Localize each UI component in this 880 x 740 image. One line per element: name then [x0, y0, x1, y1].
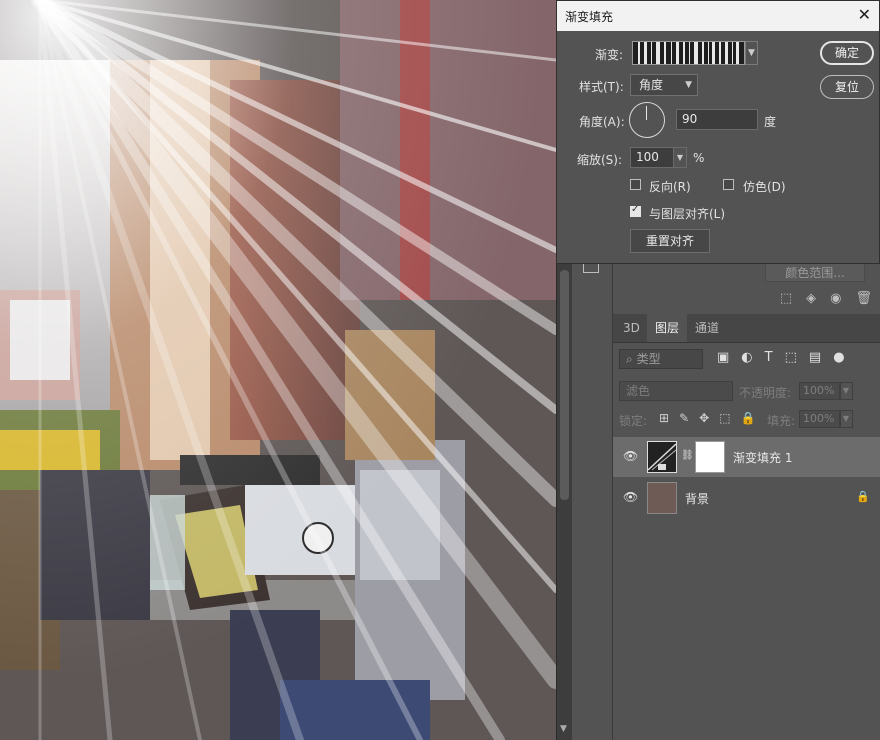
lock-transparent-pixels-icon[interactable]: ⊞ — [659, 411, 669, 425]
gradient-preview-art — [633, 42, 744, 64]
style-select[interactable]: 角度 ▼ — [630, 74, 698, 96]
layer-filter-row: ⌕ 类型 ▣ ◐ T ⬚ ▤ ● — [613, 344, 880, 374]
eye-icon[interactable]: 👁 — [623, 490, 638, 504]
layer-name[interactable]: 渐变填充 1 — [733, 449, 792, 466]
dialog-titlebar: 渐变填充 ✕ — [557, 1, 879, 31]
lock-artboard-icon[interactable]: ⬚ — [719, 411, 730, 425]
tab-layers[interactable]: 图层 — [647, 314, 688, 342]
gradient-thumbnail-art — [647, 443, 677, 471]
filter-icons: ▣ ◐ T ⬚ ▤ ● — [717, 350, 845, 365]
tab-channels[interactable]: 通道 — [687, 314, 727, 342]
filter-toggle-icon[interactable]: ● — [833, 350, 844, 365]
close-icon[interactable]: ✕ — [858, 5, 871, 24]
reset-button[interactable]: 复位 — [820, 75, 874, 99]
gradient-fill-thumbnail[interactable] — [647, 441, 677, 473]
adjustment-layer-filter-icon[interactable]: ◐ — [741, 350, 752, 365]
dialog-title: 渐变填充 — [565, 10, 614, 24]
background-layer-thumbnail[interactable] — [647, 482, 677, 514]
scrollbar-thumb[interactable] — [560, 270, 569, 500]
apply-mask-icon[interactable]: ◈ — [806, 291, 816, 306]
layers-panel-tabs: 3D 图层 通道 — [613, 314, 880, 343]
style-label: 样式(T): — [579, 80, 624, 94]
subpanel-icons: ⬚ ◈ ◉ 🗑 — [780, 291, 872, 306]
angle-input[interactable]: 90 — [676, 109, 758, 130]
scale-label: 缩放(S): — [577, 153, 623, 167]
blend-mode-select[interactable]: 滤色 — [619, 381, 733, 401]
selection-icon[interactable]: ⬚ — [780, 291, 792, 306]
color-range-button[interactable]: 颜色范围... — [765, 262, 865, 282]
lock-fill-row: 锁定: ⊞ ✎ ✥ ⬚ 🔒 填充: 100% ▼ — [613, 406, 880, 432]
layer-row-background[interactable]: 👁 背景 🔒 — [613, 478, 880, 518]
shape-layer-filter-icon[interactable]: ⬚ — [785, 350, 797, 365]
angle-dial[interactable] — [629, 102, 665, 138]
dither-label[interactable]: 仿色(D) — [743, 178, 786, 195]
angle-unit: 度 — [764, 115, 777, 129]
style-value: 角度 — [639, 78, 664, 92]
scale-unit: % — [693, 151, 705, 165]
search-icon: ⌕ — [626, 352, 633, 366]
type-layer-filter-icon[interactable]: T — [765, 350, 773, 365]
fill-field[interactable]: 100% — [799, 410, 841, 428]
smart-object-filter-icon[interactable]: ▤ — [809, 350, 821, 365]
align-with-layer-checkbox[interactable] — [630, 204, 641, 217]
angle-needle — [646, 106, 647, 120]
ok-button[interactable]: 确定 — [820, 41, 874, 65]
gradient-label: 渐变: — [595, 48, 624, 62]
dither-checkbox[interactable] — [723, 179, 734, 190]
layers-panel: 颜色范围... ⬚ ◈ ◉ 🗑 3D 图层 通道 ⌕ 类型 ▣ ◐ T ⬚ ▤ … — [613, 248, 880, 740]
reverse-label[interactable]: 反向(R) — [649, 178, 691, 195]
layer-mask-thumbnail[interactable] — [695, 441, 725, 473]
layer-row-gradient-fill[interactable]: 👁 ⛓ 渐变填充 1 — [613, 437, 880, 477]
chevron-down-icon[interactable]: ▼ — [745, 41, 758, 65]
lock-image-pixels-icon[interactable]: ✎ — [679, 411, 689, 425]
scroll-down-arrow-icon[interactable]: ▼ — [560, 724, 567, 734]
gradient-fill-dialog: 渐变填充 ✕ 渐变: ▼ 样式(T): 角度 ▼ 角度(A): 90 度 缩放(… — [556, 0, 880, 264]
document-canvas[interactable] — [0, 0, 556, 740]
chevron-down-icon[interactable]: ▼ — [839, 382, 853, 400]
blend-mode-value: 滤色 — [626, 384, 651, 398]
chevron-down-icon[interactable]: ▼ — [839, 410, 853, 428]
filter-kind-value: 类型 — [636, 352, 661, 366]
scale-input[interactable]: 100 — [630, 147, 674, 168]
lock-label: 锁定: — [619, 414, 648, 428]
reverse-checkbox[interactable] — [630, 179, 641, 190]
lock-icon: 🔒 — [856, 490, 870, 503]
filter-kind-select[interactable]: ⌕ 类型 — [619, 349, 703, 369]
chevron-down-icon: ▼ — [685, 80, 692, 90]
layer-name[interactable]: 背景 — [685, 490, 709, 507]
lock-icons: ⊞ ✎ ✥ ⬚ 🔒 — [659, 411, 755, 425]
panel-tool-strip — [572, 248, 613, 740]
trash-icon[interactable]: 🗑 — [855, 291, 872, 306]
opacity-label: 不透明度: — [739, 386, 792, 400]
photo-artwork — [0, 0, 556, 740]
eye-icon[interactable]: ◉ — [830, 291, 841, 306]
eye-icon[interactable]: 👁 — [623, 449, 638, 463]
reset-align-button[interactable]: 重置对齐 — [630, 229, 710, 253]
angle-label: 角度(A): — [579, 115, 625, 129]
blend-opacity-row: 滤色 不透明度: 100% ▼ — [613, 378, 880, 404]
opacity-field[interactable]: 100% — [799, 382, 841, 400]
align-with-layer-label[interactable]: 与图层对齐(L) — [649, 205, 725, 222]
tab-3d[interactable]: 3D — [615, 314, 648, 342]
chevron-down-icon[interactable]: ▼ — [673, 147, 687, 168]
pixel-layer-filter-icon[interactable]: ▣ — [717, 350, 729, 365]
fill-label: 填充: — [767, 414, 796, 428]
lock-position-icon[interactable]: ✥ — [699, 411, 709, 425]
lock-all-icon[interactable]: 🔒 — [741, 411, 756, 425]
gradient-preview-swatch[interactable] — [632, 41, 745, 65]
link-icon[interactable]: ⛓ — [681, 450, 694, 461]
